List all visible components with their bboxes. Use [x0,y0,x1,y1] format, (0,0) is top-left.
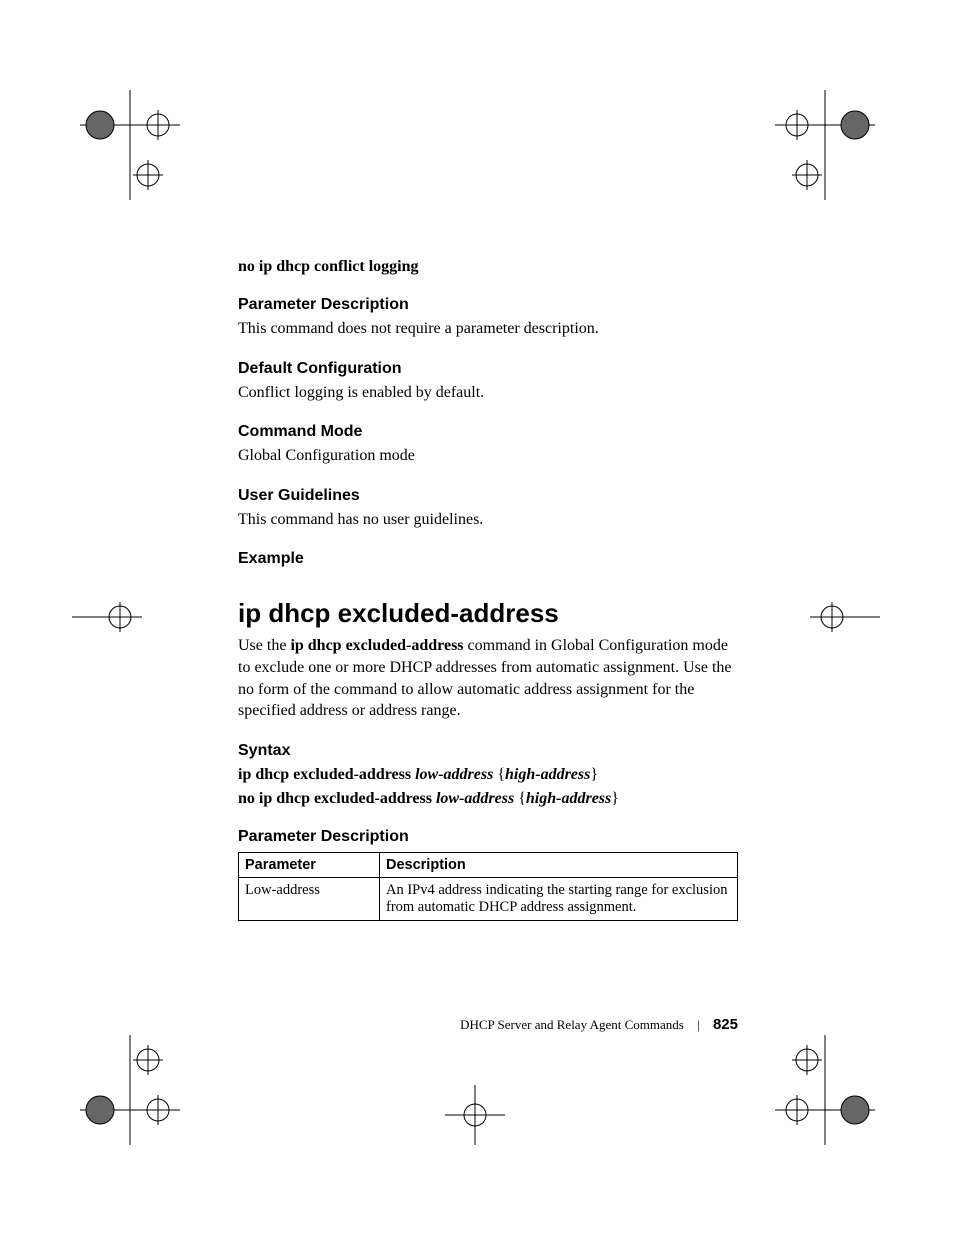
syntax1-brace-open: { [493,766,505,783]
page-content: no ip dhcp conflict logging Parameter De… [238,258,738,921]
crop-mark-bottom-left [80,1035,180,1145]
table-row: Low-address An IPv4 address indicating t… [239,877,738,920]
crop-mark-mid-left [72,590,142,645]
syntax2-cmd: no ip dhcp excluded-address [238,790,436,807]
no-command-line: no ip dhcp conflict logging [238,258,738,276]
syntax1-cmd: ip dhcp excluded-address [238,766,415,783]
crop-mark-bottom-right [775,1035,875,1145]
footer-chapter: DHCP Server and Relay Agent Commands [460,1017,684,1032]
table-cell-parameter: Low-address [239,877,380,920]
syntax2-brace-open: { [514,790,526,807]
parameter-table: Parameter Description Low-address An IPv… [238,852,738,921]
heading-user-guidelines: User Guidelines [238,487,738,505]
intro-pre: Use the [238,637,290,654]
intro-command-name: ip dhcp excluded-address [290,637,463,654]
crop-mark-top-right [775,90,875,200]
crop-mark-mid-right [810,590,880,645]
table-header-parameter: Parameter [239,852,380,877]
heading-command-mode: Command Mode [238,423,738,441]
footer-page-number: 825 [713,1016,738,1033]
text-default-configuration: Conflict logging is enabled by default. [238,382,738,404]
heading-default-configuration: Default Configuration [238,360,738,378]
command-title: ip dhcp excluded-address [238,598,738,629]
text-command-mode: Global Configuration mode [238,445,738,467]
command-intro: Use the ip dhcp excluded-address command… [238,635,738,721]
syntax2-brace-close: } [611,790,619,807]
crop-mark-bottom-center [445,1085,505,1145]
heading-parameter-description-2: Parameter Description [238,828,738,846]
syntax1-arg1: low-address [415,766,493,783]
syntax1-brace-close: } [590,766,598,783]
text-parameter-description: This command does not require a paramete… [238,318,738,340]
crop-mark-top-left [80,90,180,200]
table-header-description: Description [380,852,738,877]
table-cell-description: An IPv4 address indicating the starting … [380,877,738,920]
syntax-line-1: ip dhcp excluded-address low-address {hi… [238,766,738,784]
text-user-guidelines: This command has no user guidelines. [238,509,738,531]
syntax2-arg2: high-address [526,790,611,807]
page-footer: DHCP Server and Relay Agent Commands | 8… [238,1016,738,1033]
page: { "section1": { "no_cmd": "no ip dhcp co… [0,0,954,1235]
syntax-line-2: no ip dhcp excluded-address low-address … [238,790,738,808]
footer-separator: | [697,1017,700,1032]
table-header-row: Parameter Description [239,852,738,877]
heading-example: Example [238,550,738,568]
syntax2-arg1: low-address [436,790,514,807]
syntax1-arg2: high-address [505,766,590,783]
heading-parameter-description: Parameter Description [238,296,738,314]
heading-syntax: Syntax [238,742,738,760]
